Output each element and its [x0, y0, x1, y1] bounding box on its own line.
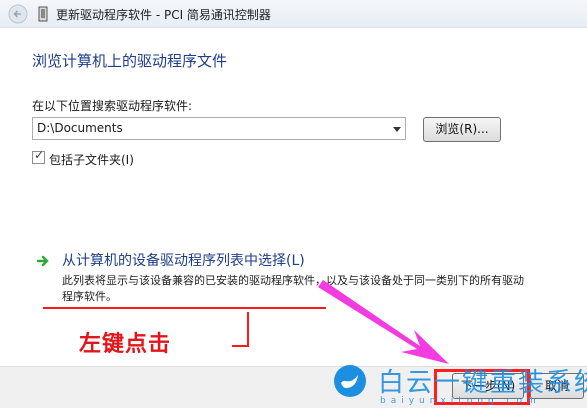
pick-from-list-link[interactable]: 从计算机的设备驱动程序列表中选择(L)	[62, 250, 305, 270]
watermark-text: 白云一键重装系统	[378, 368, 587, 398]
path-combobox[interactable]: D:\Documents	[32, 117, 406, 140]
annotation-connector	[232, 312, 249, 347]
path-input-value[interactable]: D:\Documents	[37, 121, 123, 135]
page-title: 浏览计算机上的驱动程序文件	[32, 52, 228, 70]
back-arrow-icon[interactable]	[8, 4, 28, 24]
title-bar: 更新驱动程序软件 - PCI 简易通讯控制器	[0, 0, 587, 28]
include-subfolders-checkbox[interactable]: ✓	[32, 148, 45, 164]
device-icon	[38, 6, 48, 22]
browse-button[interactable]: 浏览(R)...	[423, 117, 501, 142]
bird-logo-icon	[334, 365, 366, 397]
include-subfolders-label[interactable]: 包括子文件夹(I)	[49, 151, 134, 168]
search-location-label: 在以下位置搜索驱动程序软件:	[32, 99, 193, 113]
pick-from-list-description: 此列表将显示与该设备兼容的已安装的驱动程序软件，以及与该设备处于同一类别下的所有…	[62, 274, 524, 303]
green-arrow-icon	[37, 255, 49, 267]
annotation-underline	[43, 307, 326, 309]
annotation-text: 左键点击	[79, 332, 172, 357]
checkmark-icon: ✓	[34, 148, 45, 162]
watermark-url: baiyunxitong.com	[380, 396, 541, 406]
window-title: 更新驱动程序软件 - PCI 简易通讯控制器	[56, 8, 271, 22]
dropdown-arrow-icon[interactable]	[393, 127, 401, 132]
